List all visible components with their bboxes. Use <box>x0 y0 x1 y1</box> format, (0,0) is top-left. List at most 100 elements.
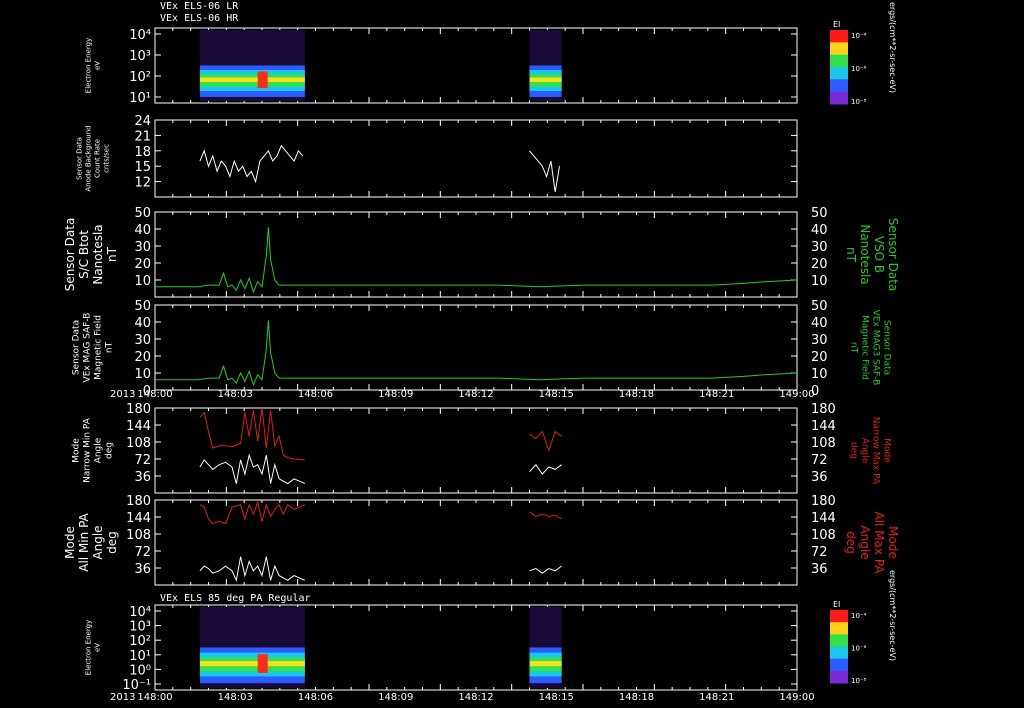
y-tick-label: 21 <box>134 129 151 144</box>
y-tick-label: 180 <box>126 494 151 509</box>
y-axis-label-right: deg <box>849 442 859 459</box>
y-axis-label: Mode <box>63 526 77 559</box>
time-tick-label: 148:09 <box>378 692 413 703</box>
data-series-red <box>199 407 305 461</box>
y-tick-label-right: 50 <box>811 299 828 314</box>
y-tick-label-right: 40 <box>811 316 828 331</box>
y-tick-label: 10¹ <box>129 91 151 106</box>
y-tick-label: 36 <box>134 470 151 485</box>
time-tick-label: 148:09 <box>378 389 413 400</box>
y-tick-label: 10² <box>129 70 151 85</box>
colorbar-segment <box>830 670 848 684</box>
y-tick-label: 12 <box>134 176 151 191</box>
year-label: 2013 <box>110 692 135 703</box>
y-tick-label: 10 <box>134 274 151 289</box>
colorbar-segment <box>830 646 848 660</box>
chart-stack: 10⁴10³10²10¹Electron Energy eV2421181512S… <box>63 2 900 703</box>
y-axis-label-right: Nanotesla <box>858 224 872 284</box>
spectrogram-band <box>529 661 562 667</box>
y-tick-label-right: 30 <box>811 333 828 348</box>
y-tick-label-right: 144 <box>811 511 836 526</box>
y-tick-label: 10¹ <box>129 649 151 664</box>
y-tick-label: 50 <box>134 299 151 314</box>
year-label: 2013 <box>110 389 135 400</box>
y-tick-label: 10⁴ <box>129 605 151 620</box>
colorbar-tick-label: 10⁻⁶ <box>851 65 867 73</box>
time-tick-label: 148:12 <box>458 692 493 703</box>
y-axis-label: cnts/sec <box>103 144 111 173</box>
time-tick-label: 148:03 <box>218 692 253 703</box>
y-axis-label: Angle <box>94 437 104 463</box>
y-tick-label-right: 144 <box>811 419 836 434</box>
y-tick-label: 18 <box>134 145 151 160</box>
y-axis-label: All Min PA <box>77 512 91 571</box>
y-axis-label: eV <box>94 61 102 70</box>
y-tick-label: 30 <box>134 333 151 348</box>
y-axis-label-right: Narrow Max PA <box>871 417 881 485</box>
spectrogram-band <box>529 77 562 82</box>
y-tick-label-right: 20 <box>811 257 828 272</box>
y-tick-label: 15 <box>134 160 151 175</box>
y-axis-label: deg <box>105 442 115 459</box>
y-tick-label: 144 <box>126 511 151 526</box>
y-axis-label: VEx MAG SAF-B <box>83 313 93 383</box>
y-axis-label: Electron Energy <box>85 620 93 675</box>
y-axis-label: Nanotesla <box>91 224 105 284</box>
time-tick-label: 148:18 <box>619 389 654 400</box>
y-tick-label: 10 <box>134 367 151 382</box>
time-tick-label: 148:00 <box>137 389 172 400</box>
colorbar-tick-label: 10⁻⁶ <box>851 645 867 653</box>
y-tick-label-right: 30 <box>811 240 828 255</box>
y-tick-label: 72 <box>134 545 151 560</box>
y-tick-label: 10⁰ <box>129 663 151 678</box>
y-axis-label: eV <box>94 643 102 652</box>
y-axis-label: nT <box>105 246 119 262</box>
data-series-line <box>155 320 798 387</box>
time-tick-label: 149:00 <box>779 692 814 703</box>
y-tick-label: 50 <box>134 206 151 221</box>
y-tick-label-right: 180 <box>811 494 836 509</box>
data-series-line <box>529 150 560 192</box>
y-axis-label: Sensor Data <box>72 320 82 375</box>
y-axis-label-right: Mode <box>882 438 892 463</box>
spectrogram-band <box>199 77 305 82</box>
colorbar-segment <box>830 91 848 105</box>
time-tick-label: 148:03 <box>218 389 253 400</box>
colorbar-segment <box>830 622 848 635</box>
colorbar-segment <box>830 30 848 43</box>
colorbar-segment <box>830 634 848 647</box>
time-tick-label: 148:00 <box>137 692 172 703</box>
colorbar-segment <box>830 67 848 80</box>
y-axis-label-right: Sensor Data <box>882 320 892 375</box>
y-axis-label-right: deg <box>844 531 858 554</box>
y-tick-label: 36 <box>134 562 151 577</box>
y-tick-label-right: 108 <box>811 436 836 451</box>
time-tick-label: 148:21 <box>699 389 734 400</box>
plot-frame-pa_all <box>154 499 798 586</box>
y-tick-label-right: 72 <box>811 545 828 560</box>
data-series-white <box>529 463 562 475</box>
colorbar-tick-label: 10⁻⁸ <box>851 98 867 106</box>
y-tick-label: 10² <box>129 634 151 649</box>
y-axis-label-right: Angle <box>858 525 872 559</box>
time-tick-label: 148:06 <box>298 692 333 703</box>
colorbar-segment <box>830 42 848 56</box>
colorbar-title: EI <box>833 600 840 609</box>
y-tick-label: 10⁴ <box>129 28 151 43</box>
colorbar-segment <box>830 658 848 672</box>
y-tick-label: 10⁻¹ <box>122 678 151 693</box>
y-axis-label-right: All Max PA <box>872 512 886 575</box>
time-tick-label: 149:00 <box>779 389 814 400</box>
y-tick-label: 40 <box>134 223 151 238</box>
y-axis-label: S/C Btot <box>77 230 91 279</box>
spectrogram-peak <box>257 71 268 88</box>
y-tick-label-right: 10 <box>811 274 828 289</box>
data-series-red <box>529 511 562 520</box>
y-tick-label-right: 72 <box>811 453 828 468</box>
colorbar-title: EI <box>833 20 840 29</box>
colorbar-units: ergs/(cm**2-sr-sec-eV) <box>888 570 897 661</box>
data-series-white <box>199 453 306 485</box>
y-axis-label: Mode <box>72 438 82 463</box>
colorbar-segment <box>830 610 848 623</box>
data-series-line <box>199 144 304 184</box>
